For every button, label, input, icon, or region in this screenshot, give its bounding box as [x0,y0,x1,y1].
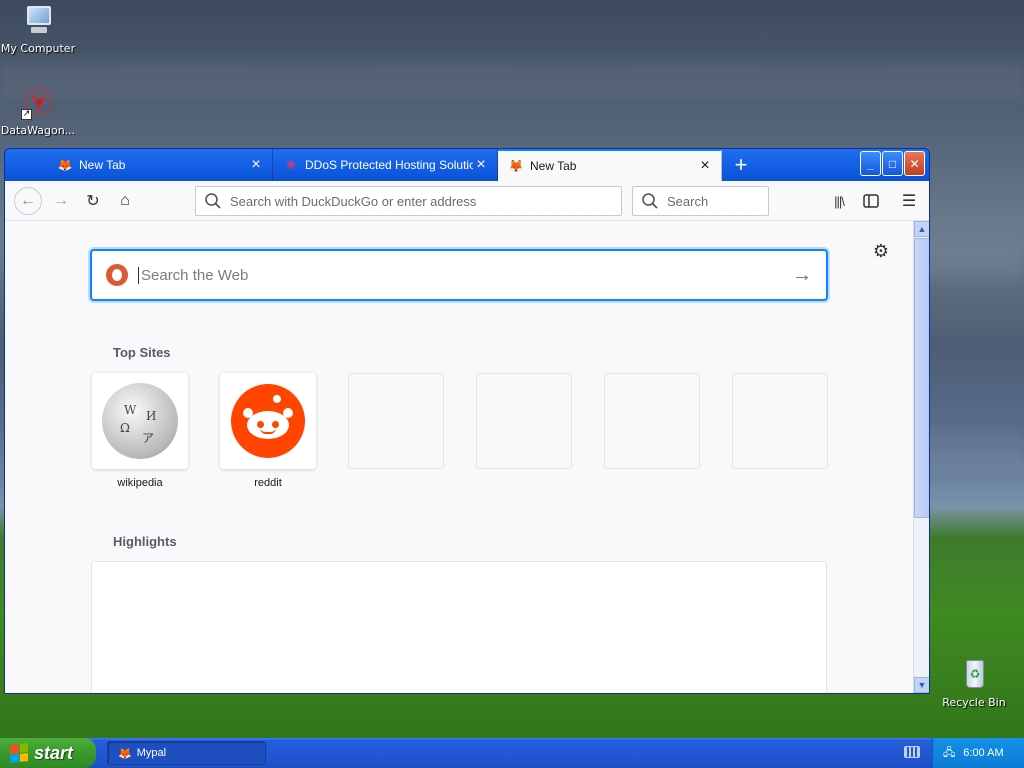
datawagon-icon: ↗ [21,86,55,120]
web-search-placeholder: Search the Web [138,266,792,284]
site-favicon-icon: ✺ [285,158,297,172]
tab-title: New Tab [530,159,577,173]
menu-button[interactable]: ☰ [895,187,923,215]
scroll-down-arrow-icon[interactable]: ▼ [914,677,929,693]
clock: 6:00 AM [963,747,1004,759]
tab-bar: 🦊 New Tab × ✺ DDoS Protected Hosting Sol… [5,149,929,181]
highlights-title: Highlights [113,534,177,549]
library-icon: |||\ [834,193,845,209]
tab-new-tab-active[interactable]: 🦊 New Tab × [498,149,722,181]
top-site-tile-wikipedia[interactable]: W И Ω ア [92,373,188,469]
library-button[interactable]: |||\ [825,187,853,215]
search-placeholder: Search [667,193,709,209]
forward-button[interactable]: → [47,187,75,215]
minimize-button[interactable]: _ [860,151,881,176]
reddit-alien-icon [231,384,305,458]
network-icon[interactable]: 🖧 [943,744,955,763]
close-icon: ✕ [909,156,920,171]
home-icon: ⌂ [120,192,130,209]
scroll-thumb[interactable] [914,238,929,518]
tab-ddos-hosting[interactable]: ✺ DDoS Protected Hosting Solutions × [273,149,498,181]
top-site-label: reddit [254,477,282,489]
home-button[interactable]: ⌂ [111,187,139,215]
top-site-tile-empty[interactable] [732,373,828,469]
mypal-favicon-icon: 🦊 [508,159,524,173]
mypal-favicon-icon: 🦊 [57,158,73,172]
search-bar[interactable]: Search [632,186,769,216]
sidebar-icon [863,194,879,208]
recycle-bin-icon: ♻ [957,658,991,692]
start-button[interactable]: start [0,738,96,768]
maximize-button[interactable]: □ [882,151,903,176]
sidebar-button[interactable] [857,187,885,215]
desktop-icon-my-computer[interactable]: My Computer [0,4,76,55]
windows-logo-icon [10,743,28,763]
tab-title: DDoS Protected Hosting Solutions [305,158,473,172]
browser-window: 🦊 New Tab × ✺ DDoS Protected Hosting Sol… [4,148,930,694]
scroll-up-arrow-icon[interactable]: ▲ [914,221,929,237]
reload-button[interactable]: ↻ [79,187,107,215]
computer-icon [21,4,55,38]
highlights-panel [91,561,827,693]
tab-title: New Tab [79,158,126,172]
desktop-icon-label: Recycle Bin [942,696,1006,709]
search-icon [642,193,658,209]
desktop-icon-label: My Computer [0,42,76,55]
new-tab-button[interactable]: + [727,151,755,179]
web-search-box[interactable]: Search the Web → [90,249,828,301]
tab-new-tab-1[interactable]: 🦊 New Tab × [47,149,273,181]
arrow-left-icon: ← [20,192,36,209]
keyboard-icon[interactable] [904,746,920,758]
arrow-right-icon: → [53,192,69,209]
start-label: start [34,742,74,763]
gear-icon[interactable]: ⚙ [873,241,889,262]
top-site-tile-empty[interactable] [476,373,572,469]
sky-streak [0,60,1024,100]
reload-icon: ↻ [86,193,100,210]
maximize-icon: □ [888,156,897,171]
vertical-scrollbar[interactable]: ▲ ▼ [913,221,929,693]
close-window-button[interactable]: ✕ [904,151,925,176]
plus-icon: + [734,152,748,177]
back-button[interactable]: ← [14,187,42,215]
taskbar-item-mypal[interactable]: 🦊 Mypal [107,741,266,765]
close-icon[interactable]: × [697,158,713,174]
taskbar-item-label: Mypal [136,747,167,759]
desktop-icon-recycle-bin[interactable]: ♻ Recycle Bin [936,658,1012,709]
url-bar[interactable]: Search with DuckDuckGo or enter address [195,186,622,216]
mypal-icon: 🦊 [118,747,132,760]
search-icon [205,193,221,209]
top-site-label: wikipedia [117,477,163,489]
taskbar: start 🦊 Mypal 🖧 6:00 AM [0,738,1024,768]
system-tray: 🖧 6:00 AM [932,738,1024,768]
desktop-icon-datawagon[interactable]: ↗ DataWagon... [0,86,76,137]
close-icon[interactable]: × [248,157,264,173]
new-tab-page: ⚙ Search the Web → Top Sites W И Ω ア wik… [5,221,913,693]
wikipedia-globe-icon: W И Ω ア [102,383,178,459]
top-sites-title: Top Sites [113,345,171,360]
top-site-tile-empty[interactable] [348,373,444,469]
top-site-tile-reddit[interactable] [220,373,316,469]
minimize-icon: _ [867,156,874,171]
arrow-right-icon[interactable]: → [792,264,812,287]
nav-toolbar: ← → ↻ ⌂ Search with DuckDuckGo or enter … [5,181,929,221]
hamburger-menu-icon: ☰ [901,193,917,210]
close-icon[interactable]: × [473,157,489,173]
url-placeholder: Search with DuckDuckGo or enter address [230,193,477,209]
top-site-tile-empty[interactable] [604,373,700,469]
desktop-icon-label: DataWagon... [0,124,76,137]
duckduckgo-icon [106,264,128,286]
